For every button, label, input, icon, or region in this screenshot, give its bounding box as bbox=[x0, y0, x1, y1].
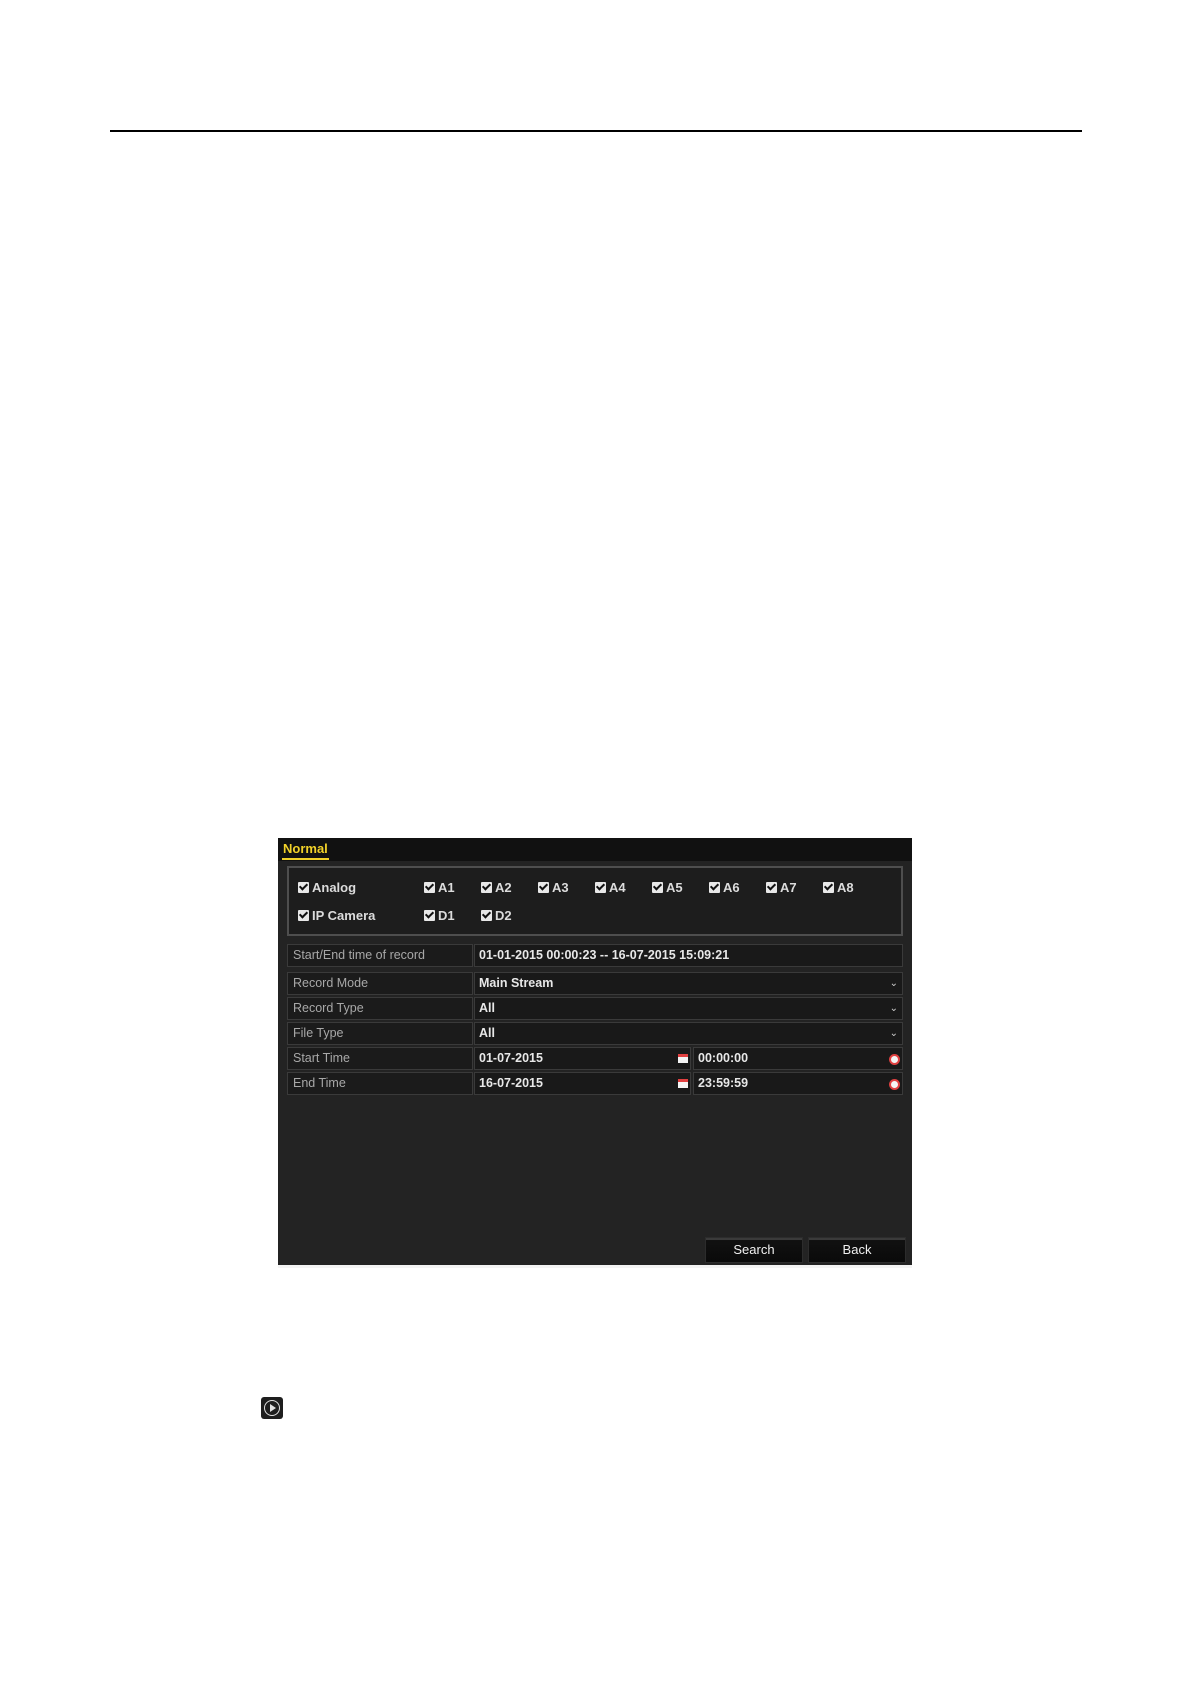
file-type-label: File Type bbox=[287, 1022, 473, 1045]
channel-label: A1 bbox=[438, 879, 455, 895]
record-type-value: All bbox=[479, 1001, 495, 1015]
channel-checkbox-a2[interactable]: A2 bbox=[481, 879, 512, 895]
play-icon bbox=[261, 1397, 283, 1419]
start-date-value: 01-07-2015 bbox=[479, 1051, 543, 1065]
channel-label: A6 bbox=[723, 879, 740, 895]
channel-checkbox-d1[interactable]: D1 bbox=[424, 907, 455, 923]
channel-checkbox-a8[interactable]: A8 bbox=[823, 879, 854, 895]
calendar-icon[interactable] bbox=[678, 1079, 688, 1088]
channel-label: A2 bbox=[495, 879, 512, 895]
channel-label: A3 bbox=[552, 879, 569, 895]
analog-group-label: Analog bbox=[312, 879, 357, 895]
channel-label: A5 bbox=[666, 879, 683, 895]
ip-camera-group-label: IP Camera bbox=[312, 907, 376, 923]
record-type-row: Record Type All ⌄ bbox=[287, 997, 903, 1021]
calendar-icon[interactable] bbox=[678, 1054, 688, 1063]
checkbox-checked-icon bbox=[652, 881, 663, 893]
record-mode-value: Main Stream bbox=[479, 976, 554, 990]
panel-bottom-edge bbox=[278, 1265, 912, 1268]
chevron-down-icon: ⌄ bbox=[889, 978, 898, 989]
checkbox-checked-icon bbox=[481, 881, 492, 893]
chevron-down-icon: ⌄ bbox=[889, 1003, 898, 1014]
analog-group-checkbox[interactable]: Analog bbox=[298, 879, 356, 895]
channel-checkbox-a1[interactable]: A1 bbox=[424, 879, 455, 895]
record-type-label: Record Type bbox=[287, 997, 473, 1020]
end-time-field[interactable]: 23:59:59 bbox=[693, 1072, 903, 1095]
record-mode-select[interactable]: Main Stream ⌄ bbox=[474, 972, 903, 995]
checkbox-checked-icon bbox=[823, 881, 834, 893]
record-range-row: Start/End time of record 01-01-2015 00:0… bbox=[287, 944, 903, 968]
channel-selection-panel: Analog A1 A2 A3 A4 A5 A6 A7 A8 IP Camera… bbox=[287, 866, 903, 936]
playback-search-dialog: Normal Analog A1 A2 A3 A4 A5 A6 A7 A8 IP… bbox=[278, 838, 912, 1268]
checkbox-checked-icon bbox=[298, 881, 309, 893]
record-mode-row: Record Mode Main Stream ⌄ bbox=[287, 972, 903, 996]
chevron-down-icon: ⌄ bbox=[889, 1028, 898, 1039]
channel-checkbox-a4[interactable]: A4 bbox=[595, 879, 626, 895]
file-type-select[interactable]: All ⌄ bbox=[474, 1022, 903, 1045]
end-date-field[interactable]: 16-07-2015 bbox=[474, 1072, 691, 1095]
tab-bar: Normal bbox=[278, 838, 912, 861]
end-time-label: End Time bbox=[287, 1072, 473, 1095]
checkbox-checked-icon bbox=[595, 881, 606, 893]
checkbox-checked-icon bbox=[424, 909, 435, 921]
channel-label: A8 bbox=[837, 879, 854, 895]
header-rule bbox=[110, 130, 1082, 132]
channel-checkbox-a7[interactable]: A7 bbox=[766, 879, 797, 895]
start-time-field[interactable]: 00:00:00 bbox=[693, 1047, 903, 1070]
channel-checkbox-a5[interactable]: A5 bbox=[652, 879, 683, 895]
clock-icon[interactable] bbox=[889, 1054, 900, 1065]
record-range-value: 01-01-2015 00:00:23 -- 16-07-2015 15:09:… bbox=[474, 944, 903, 967]
channel-checkbox-a6[interactable]: A6 bbox=[709, 879, 740, 895]
checkbox-checked-icon bbox=[424, 881, 435, 893]
record-range-label: Start/End time of record bbox=[287, 944, 473, 967]
record-type-select[interactable]: All ⌄ bbox=[474, 997, 903, 1020]
channel-label: D1 bbox=[438, 907, 455, 923]
checkbox-checked-icon bbox=[766, 881, 777, 893]
end-time-row: End Time 16-07-2015 23:59:59 bbox=[287, 1072, 903, 1096]
checkbox-checked-icon bbox=[538, 881, 549, 893]
channel-checkbox-d2[interactable]: D2 bbox=[481, 907, 512, 923]
start-time-row: Start Time 01-07-2015 00:00:00 bbox=[287, 1047, 903, 1071]
start-time-label: Start Time bbox=[287, 1047, 473, 1070]
checkbox-checked-icon bbox=[481, 909, 492, 921]
clock-icon[interactable] bbox=[889, 1079, 900, 1090]
channel-label: A7 bbox=[780, 879, 797, 895]
search-button[interactable]: Search bbox=[705, 1237, 803, 1263]
end-time-value: 23:59:59 bbox=[698, 1076, 749, 1090]
file-type-row: File Type All ⌄ bbox=[287, 1022, 903, 1046]
tab-normal[interactable]: Normal bbox=[282, 841, 329, 860]
end-date-value: 16-07-2015 bbox=[479, 1076, 543, 1090]
checkbox-checked-icon bbox=[298, 909, 309, 921]
ip-camera-group-checkbox[interactable]: IP Camera bbox=[298, 907, 375, 923]
start-date-field[interactable]: 01-07-2015 bbox=[474, 1047, 691, 1070]
channel-checkbox-a3[interactable]: A3 bbox=[538, 879, 569, 895]
checkbox-checked-icon bbox=[709, 881, 720, 893]
channel-label: D2 bbox=[495, 907, 512, 923]
file-type-value: All bbox=[479, 1026, 495, 1040]
record-mode-label: Record Mode bbox=[287, 972, 473, 995]
back-button[interactable]: Back bbox=[808, 1237, 906, 1263]
start-time-value: 00:00:00 bbox=[698, 1051, 749, 1065]
channel-label: A4 bbox=[609, 879, 626, 895]
